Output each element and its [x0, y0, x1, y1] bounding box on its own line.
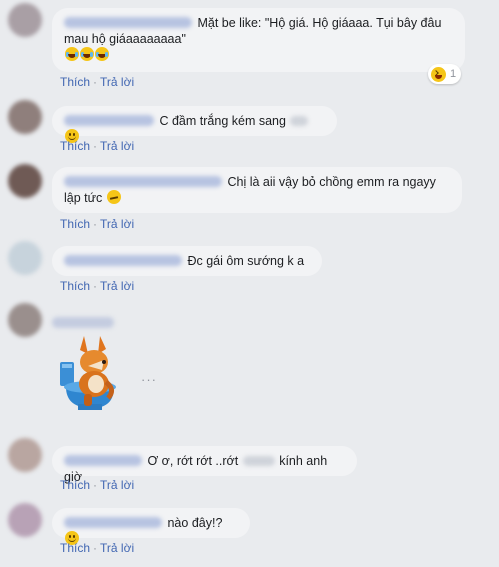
- commenter-name[interactable]: [52, 317, 114, 328]
- avatar[interactable]: [8, 241, 42, 275]
- like-link[interactable]: Thích: [60, 478, 90, 492]
- comment-actions: Thích · Trả lời: [60, 139, 134, 153]
- separator: ·: [93, 139, 98, 153]
- commenter-name[interactable]: [64, 517, 162, 528]
- separator: ·: [93, 478, 98, 492]
- blurred-text: [290, 116, 309, 126]
- separator: ·: [93, 75, 98, 89]
- laughing-squint-icon: [431, 66, 446, 82]
- smirk-icon: [106, 190, 121, 204]
- avatar[interactable]: [8, 303, 42, 337]
- comment-text: Ơ ơ, rớt rớt ..rớt: [147, 454, 239, 468]
- comment-text: nào đây!?: [167, 516, 223, 530]
- commenter-name[interactable]: [64, 115, 154, 126]
- commenter-name[interactable]: [64, 176, 222, 187]
- commenter-name[interactable]: [64, 255, 182, 266]
- comment-actions: Thích · Trả lời: [60, 75, 134, 89]
- more-options-icon[interactable]: ···: [141, 372, 157, 387]
- reply-link[interactable]: Trả lời: [100, 139, 134, 153]
- comment-bubble: Chị là aii vậy bỏ chồng emm ra ngayy lập…: [52, 167, 462, 213]
- like-link[interactable]: Thích: [60, 279, 90, 293]
- comment-bubble: Mặt be like: "Hộ giá. Hộ giáaaa. Tụi bây…: [52, 8, 465, 72]
- laughing-tears-icon: [65, 47, 79, 61]
- laughing-tears-icon: [80, 47, 94, 61]
- avatar[interactable]: [8, 3, 42, 37]
- like-link[interactable]: Thích: [60, 75, 90, 89]
- commenter-name[interactable]: [64, 17, 192, 28]
- reply-link[interactable]: Trả lời: [100, 478, 134, 492]
- comment-bubble: nào đây!?: [52, 508, 250, 545]
- avatar[interactable]: [8, 438, 42, 472]
- comment-bubble: Đc gái ôm sướng k a: [52, 246, 322, 276]
- comment-text: C đầm trắng kém sang: [159, 114, 286, 128]
- reply-link[interactable]: Trả lời: [100, 541, 134, 555]
- comment-bubble: Ơ ơ, rớt rớt ..rớt kính anh giờ: [52, 446, 357, 484]
- comment-text: Đc gái ôm sướng k a: [187, 254, 305, 268]
- blurred-text: [242, 456, 275, 466]
- laughing-tears-icon: [95, 47, 109, 61]
- separator: ·: [93, 541, 98, 555]
- like-link[interactable]: Thích: [60, 541, 90, 555]
- separator: ·: [93, 279, 98, 293]
- reply-link[interactable]: Trả lời: [100, 75, 134, 89]
- avatar[interactable]: [8, 503, 42, 537]
- reply-link[interactable]: Trả lời: [100, 217, 134, 231]
- reply-link[interactable]: Trả lời: [100, 279, 134, 293]
- avatar[interactable]: [8, 100, 42, 134]
- reaction-summary[interactable]: 1: [428, 64, 462, 84]
- fox-on-toilet-sticker[interactable]: [58, 332, 124, 412]
- like-link[interactable]: Thích: [60, 139, 90, 153]
- comment-actions: Thích · Trả lời: [60, 217, 134, 231]
- comment-bubble: C đầm trắng kém sang: [52, 106, 337, 143]
- separator: ·: [93, 217, 98, 231]
- comment-actions: Thích · Trả lời: [60, 478, 134, 492]
- comment-actions: Thích · Trả lời: [60, 541, 134, 555]
- like-link[interactable]: Thích: [60, 217, 90, 231]
- avatar[interactable]: [8, 164, 42, 198]
- commenter-name[interactable]: [64, 455, 142, 466]
- reaction-count: 1: [450, 68, 457, 80]
- comment-actions: Thích · Trả lời: [60, 279, 134, 293]
